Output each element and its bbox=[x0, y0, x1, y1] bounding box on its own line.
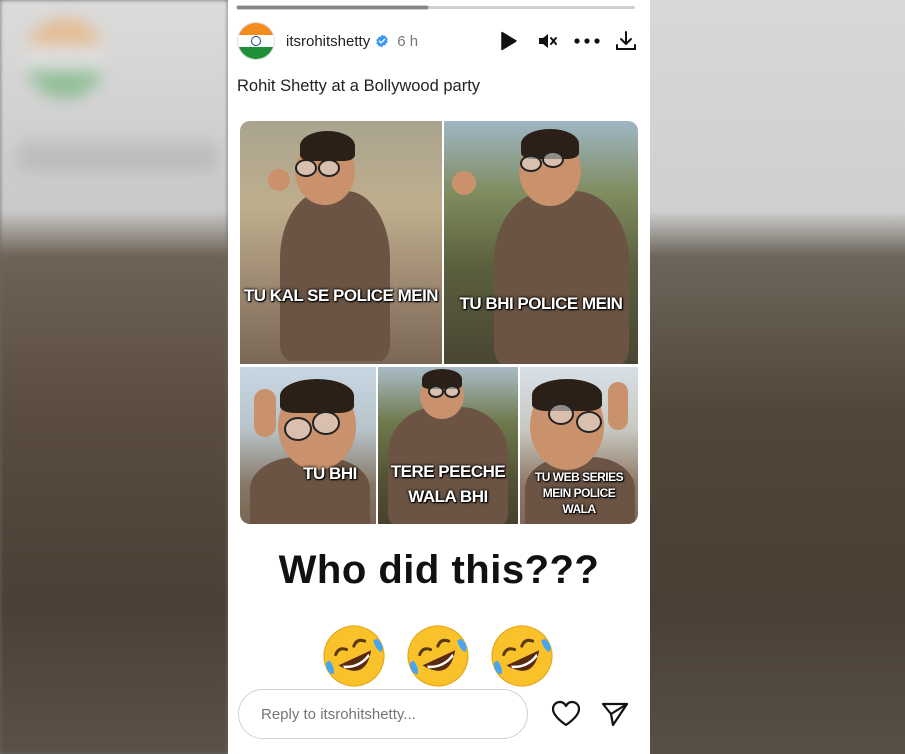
reply-input[interactable] bbox=[238, 689, 528, 739]
mute-button[interactable] bbox=[531, 24, 565, 58]
reply-bar bbox=[238, 689, 638, 739]
share-button[interactable] bbox=[598, 697, 632, 731]
verified-badge-icon bbox=[376, 34, 388, 48]
mute-icon bbox=[539, 34, 557, 48]
story-progress-fill bbox=[237, 6, 429, 9]
story-header: itsrohitshetty 6 h bbox=[237, 20, 637, 62]
meme-panel: TU BHI POLICE MEIN bbox=[444, 121, 638, 364]
meme-caption-5-line-3: WALA bbox=[562, 502, 596, 516]
laughing-emoji-icon bbox=[323, 625, 385, 687]
meme-caption-3: TU BHI bbox=[303, 464, 357, 483]
background-left bbox=[0, 0, 228, 754]
like-button[interactable] bbox=[549, 697, 583, 731]
meme-caption-4-line-1: TERE PEECHE bbox=[390, 462, 506, 481]
meme-caption-5-line-1: TU WEB SERIES bbox=[534, 470, 624, 484]
meme-panel: TU KAL SE POLICE MEIN bbox=[240, 121, 442, 364]
laughing-emoji-icon bbox=[491, 625, 553, 687]
heart-icon bbox=[551, 700, 581, 727]
story-progress-bar bbox=[237, 6, 635, 9]
meme-caption-4-line-2: WALA BHI bbox=[408, 487, 488, 506]
story-card[interactable]: itsrohitshetty 6 h Rohit Shetty at a Bol… bbox=[228, 0, 650, 754]
background-avatar-blur bbox=[25, 18, 105, 98]
meme-panel: TERE PEECHE WALA BHI bbox=[378, 367, 518, 524]
emoji-row bbox=[318, 620, 558, 692]
download-button[interactable] bbox=[609, 24, 643, 58]
meme-caption-5-line-2: MEIN POLICE bbox=[542, 486, 616, 500]
background-caption-blur bbox=[18, 142, 218, 172]
laughing-emoji-icon bbox=[407, 625, 469, 687]
play-button[interactable] bbox=[492, 24, 526, 58]
meme-caption-1: TU KAL SE POLICE MEIN bbox=[243, 286, 439, 305]
more-options-button[interactable] bbox=[570, 24, 604, 58]
avatar[interactable] bbox=[237, 22, 275, 60]
username[interactable]: itsrohitshetty bbox=[286, 33, 370, 50]
header-controls bbox=[487, 24, 643, 58]
meme-caption-2: TU BHI POLICE MEIN bbox=[459, 294, 623, 313]
send-icon bbox=[601, 702, 629, 727]
play-icon bbox=[501, 31, 517, 51]
background-right bbox=[650, 0, 905, 754]
more-options-icon bbox=[574, 38, 600, 44]
meme-panel: TU WEB SERIES MEIN POLICE WALA bbox=[520, 367, 638, 524]
story-caption: Rohit Shetty at a Bollywood party bbox=[237, 77, 481, 95]
story-text-overlay: Who did this??? bbox=[278, 548, 600, 592]
meme-image: TU KAL SE POLICE MEIN TU BHI POLICE MEIN… bbox=[240, 121, 638, 524]
post-time: 6 h bbox=[397, 32, 419, 50]
meme-panel: TU BHI bbox=[240, 367, 376, 524]
download-icon bbox=[616, 31, 636, 50]
